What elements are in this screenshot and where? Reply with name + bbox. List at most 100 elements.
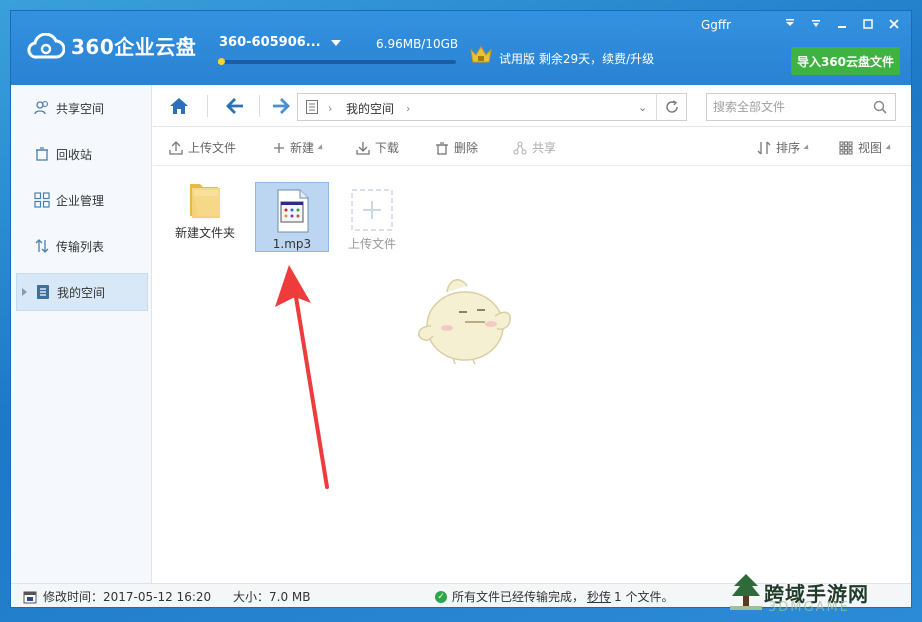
upload-plus-icon: [351, 188, 393, 231]
upload-button[interactable]: 上传文件: [169, 139, 236, 156]
home-icon[interactable]: [167, 95, 191, 117]
forward-arrow-icon[interactable]: [269, 95, 293, 117]
divider: [207, 95, 208, 117]
sidebar-item-label: 回收站: [56, 147, 93, 162]
account-dropdown[interactable]: 360-605906...: [219, 35, 341, 50]
sidebar-item-shared[interactable]: 共享空间: [16, 89, 148, 127]
trash-icon: [435, 141, 449, 155]
account-name: 360-605906...: [219, 35, 321, 50]
new-label: 新建: [290, 141, 315, 155]
navigation-bar: › 我的空间 › ⌄: [153, 85, 911, 127]
file-size: 大小：7.0 MB: [233, 588, 311, 605]
view-button[interactable]: 视图: [839, 139, 893, 156]
file-name: 新建文件夹: [174, 226, 235, 240]
app-window: 360企业云盘 360-605906... 6.96MB/10GB 试用版 剩余…: [10, 10, 912, 608]
storage-usage: 6.96MB/10GB: [376, 37, 459, 51]
chevron-right-icon: ›: [406, 102, 411, 115]
grid-view-icon: [839, 140, 853, 155]
plus-icon: [273, 142, 285, 154]
download-button[interactable]: 下载: [356, 139, 399, 156]
dropdown-caret-icon: [803, 143, 811, 152]
maximize-icon[interactable]: [861, 17, 875, 31]
calendar-icon: [23, 591, 37, 603]
new-button[interactable]: 新建: [273, 139, 325, 156]
sidebar-item-transfer[interactable]: 传输列表: [16, 227, 148, 265]
window-controls: [783, 17, 901, 31]
storage-progress-dot: [218, 58, 225, 65]
document-icon: [35, 284, 51, 300]
menu-icon[interactable]: [809, 17, 823, 31]
transfer-icon: [34, 238, 50, 254]
crown-icon: [470, 46, 492, 63]
sort-icon: [757, 141, 771, 155]
share-button[interactable]: 共享: [513, 139, 556, 156]
audio-file-icon: [272, 189, 312, 233]
watermark-logo-icon: [730, 574, 762, 610]
transfer-status-text: 所有文件已经传输完成，: [452, 590, 585, 604]
sort-button[interactable]: 排序: [757, 139, 811, 156]
folder-icon: [188, 177, 222, 220]
sidebar-item-label: 共享空间: [56, 101, 105, 116]
users-icon: [34, 100, 50, 116]
breadcrumb-item[interactable]: 我的空间: [346, 100, 394, 117]
cloud-logo-icon: [27, 32, 65, 59]
sidebar-item-my-space[interactable]: 我的空间: [16, 273, 148, 311]
grid-icon: [34, 192, 50, 208]
share-label: 共享: [532, 141, 557, 155]
download-icon: [356, 141, 370, 155]
close-icon[interactable]: [887, 17, 901, 31]
divider: [259, 95, 260, 117]
sidebar-item-label: 企业管理: [56, 193, 105, 208]
sidebar-item-enterprise[interactable]: 企业管理: [16, 181, 148, 219]
chevron-right-icon: ›: [328, 102, 333, 115]
upload-placeholder[interactable]: 上传文件: [335, 182, 409, 252]
instant-transfer-link[interactable]: 秒传: [587, 588, 611, 605]
dropdown-caret-icon: [885, 143, 893, 152]
app-logo: 360企业云盘: [27, 31, 196, 60]
username[interactable]: Ggffr: [701, 18, 731, 32]
view-label: 视图: [858, 141, 883, 155]
transfer-count: 1 个文件。: [614, 590, 674, 604]
refresh-icon[interactable]: [656, 94, 686, 120]
skin-icon[interactable]: [783, 17, 797, 31]
expand-arrow-icon[interactable]: [22, 288, 27, 296]
search-input[interactable]: [713, 99, 863, 115]
mascot-illustration: [418, 279, 511, 365]
dropdown-caret-icon: [317, 143, 325, 152]
recycle-bin-icon: [34, 146, 50, 162]
list-icon: [306, 100, 318, 114]
search-icon[interactable]: [873, 100, 887, 114]
sidebar-item-recycle[interactable]: 回收站: [16, 135, 148, 173]
file-item-mp3[interactable]: 1.mp3: [255, 182, 329, 252]
red-arrow-annotation: [275, 265, 329, 489]
search-box: [706, 93, 896, 121]
path-breadcrumb[interactable]: › 我的空间 › ⌄: [297, 93, 687, 121]
site-watermark: 跨域手游网 3DMGAME: [728, 572, 869, 615]
back-arrow-icon[interactable]: [223, 95, 247, 117]
check-icon: ✓: [435, 590, 447, 603]
sidebar-item-label: 我的空间: [57, 285, 106, 300]
share-icon: [513, 140, 527, 155]
title-bar: 360企业云盘 360-605906... 6.96MB/10GB 试用版 剩余…: [11, 11, 911, 85]
delete-button[interactable]: 删除: [435, 139, 478, 156]
file-item-folder[interactable]: 新建文件夹: [168, 171, 242, 241]
file-name: 1.mp3: [272, 237, 312, 251]
file-list-area: 新建文件夹 1.mp3 上传文件: [153, 167, 911, 583]
storage-progress-bar: [218, 58, 456, 65]
file-size-text: 大小：7.0 MB: [233, 590, 311, 604]
file-toolbar: 上传文件 新建 下载 删除 共享 排序 视图: [153, 128, 911, 166]
watermark-sub: 3DMGAME: [768, 600, 850, 615]
chevron-down-icon: [330, 39, 341, 46]
minimize-icon[interactable]: [835, 17, 849, 31]
file-name: 上传文件: [347, 237, 396, 251]
upload-label: 上传文件: [188, 141, 237, 155]
trial-upgrade-link[interactable]: 试用版 剩余29天，续费/升级: [499, 50, 654, 67]
upload-icon: [169, 140, 183, 155]
chevron-down-icon[interactable]: ⌄: [638, 101, 647, 114]
file-details: 修改时间：2017-05-12 16:20: [23, 588, 211, 605]
brand-name: 360企业云盘: [71, 35, 197, 59]
sidebar: 共享空间 回收站 企业管理 传输列表 我的空间: [11, 85, 152, 583]
import-360-button[interactable]: 导入360云盘文件: [791, 47, 900, 75]
sort-label: 排序: [776, 141, 801, 155]
sidebar-item-label: 传输列表: [56, 239, 105, 254]
